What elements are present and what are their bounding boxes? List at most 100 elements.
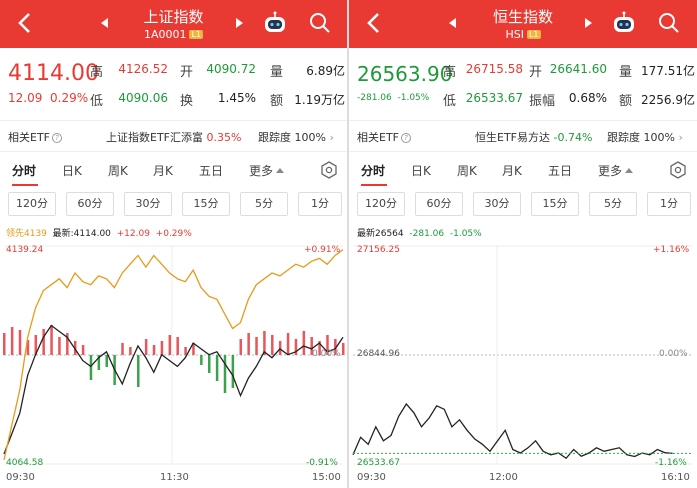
robot-assistant-icon[interactable] [611, 10, 637, 36]
volume-bar [286, 333, 290, 355]
tab-monthly-k[interactable]: 月K [153, 162, 173, 179]
axis-bottom-pct: -1.16% [655, 458, 687, 468]
period-120min[interactable]: 120分 [357, 192, 405, 216]
volume-bar [58, 337, 61, 355]
volume-value: 177.51亿 [641, 64, 695, 78]
series-line [3, 324, 344, 455]
volume-bar [160, 341, 164, 355]
axis-top-value: 27156.25 [357, 245, 400, 255]
search-icon[interactable] [657, 11, 681, 35]
intraday-chart[interactable] [0, 236, 347, 472]
volume-bar [342, 343, 345, 355]
next-index-icon[interactable] [236, 18, 243, 28]
tab-more[interactable]: 更多 [249, 162, 285, 179]
related-etf-label: 相关ETF? [357, 129, 411, 145]
period-15min[interactable]: 15分 [531, 192, 579, 216]
time-midday: 11:30 [160, 472, 189, 483]
axis-top-pct: +0.91% [304, 245, 341, 255]
volume-bar [137, 355, 140, 387]
tab-intraday[interactable]: 分时 [361, 162, 385, 179]
volume-bar [184, 347, 187, 355]
time-close: 15:00 [312, 472, 341, 483]
gear-icon[interactable] [669, 161, 687, 179]
axis-top-pct: +1.16% [653, 245, 690, 255]
next-index-icon[interactable] [585, 18, 592, 28]
active-tab-indicator [12, 184, 38, 186]
axis-bottom-value: 4064.58 [6, 458, 44, 468]
axis-mid-pct: 0.00% [312, 349, 341, 359]
volume-bar [89, 355, 93, 380]
open-value: 26641.60 [549, 62, 607, 76]
axis-mid-value: 26844.96 [357, 349, 400, 359]
open-label: 开 [180, 65, 194, 80]
period-60min[interactable]: 60分 [415, 192, 463, 216]
volume-bar [168, 335, 172, 355]
axis-mid-pct: 0.00% [659, 349, 688, 359]
period-120min[interactable]: 120分 [8, 192, 56, 216]
volume-bar [129, 347, 132, 355]
level-badge: L1 [189, 30, 204, 39]
volume-bar [231, 355, 235, 388]
related-etf-label: 相关ETF? [8, 129, 62, 145]
help-icon[interactable]: ? [401, 133, 411, 143]
period-60min[interactable]: 60分 [66, 192, 114, 216]
time-open: 09:30 [6, 472, 35, 483]
help-icon[interactable]: ? [52, 133, 62, 143]
tab-monthly-k[interactable]: 月K [502, 162, 522, 179]
right-panel: 恒生指数 HSI L1 26563.90 -281.06 -1.05% 高 267… [349, 0, 697, 488]
amplitude-label: 振幅 [529, 94, 556, 109]
volume-bar [255, 337, 258, 355]
period-30min[interactable]: 30分 [473, 192, 521, 216]
axis-bottom-pct: -0.91% [306, 458, 338, 468]
period-15min[interactable]: 15分 [182, 192, 230, 216]
tab-weekly-k[interactable]: 周K [457, 162, 477, 179]
price-change: 12.09 0.29% [8, 91, 89, 105]
volume-bar [207, 355, 211, 373]
quote-panel: 26563.90 -281.06 -1.05% 高 26715.58 开 266… [349, 48, 697, 120]
search-icon[interactable] [308, 11, 332, 35]
volume-bar [200, 355, 203, 365]
tracking-degree: 跟踪度 100% › [258, 131, 334, 144]
current-price: 4114.00 [8, 61, 99, 86]
period-buttons: 120分 60分 30分 15分 5分 1分 [349, 192, 697, 218]
amplitude-value: 0.68% [568, 91, 607, 105]
tab-daily-k[interactable]: 日K [411, 162, 431, 179]
tab-weekly-k[interactable]: 周K [108, 162, 128, 179]
intraday-chart[interactable] [349, 236, 697, 472]
caret-up-icon [276, 168, 285, 173]
related-etf-bar[interactable]: 相关ETF? 恒生ETF易方达 -0.74% 跟踪度 100% › [349, 120, 697, 152]
volume-bar [81, 345, 85, 355]
etf-name: 恒生ETF易方达 -0.74% [475, 131, 593, 144]
chart-tabs: 分时 日K 周K 月K 五日 更多 [349, 152, 697, 190]
tab-daily-k[interactable]: 日K [62, 162, 82, 179]
tab-five-day[interactable]: 五日 [548, 162, 572, 179]
volume-label: 量 [619, 65, 633, 80]
left-panel: 上证指数 1A0001 L1 4114.00 12.09 0.29% 高 4126… [0, 0, 347, 488]
header-bar: 恒生指数 HSI L1 [349, 0, 697, 48]
period-1min[interactable]: 1分 [647, 192, 691, 216]
volume-bar [50, 325, 53, 355]
tab-intraday[interactable]: 分时 [12, 162, 36, 179]
level-badge: L1 [526, 30, 541, 39]
related-etf-bar[interactable]: 相关ETF? 上证指数ETF汇添富 0.35% 跟踪度 100% › [0, 120, 347, 152]
volume-bar [42, 329, 45, 355]
open-label: 开 [529, 65, 543, 80]
period-30min[interactable]: 30分 [124, 192, 172, 216]
caret-up-icon [625, 168, 634, 173]
open-value: 4090.72 [206, 62, 256, 76]
tracking-degree: 跟踪度 100% › [607, 131, 683, 144]
period-5min[interactable]: 5分 [240, 192, 288, 216]
gear-icon[interactable] [320, 161, 338, 179]
period-5min[interactable]: 5分 [589, 192, 637, 216]
index-title: 上证指数 [143, 8, 204, 26]
volume-bar [247, 333, 250, 355]
low-value: 26533.67 [465, 91, 523, 105]
period-1min[interactable]: 1分 [298, 192, 342, 216]
volume-bar [105, 355, 108, 367]
tab-more[interactable]: 更多 [598, 162, 634, 179]
volume-bar [278, 341, 282, 355]
current-price: 26563.90 [357, 62, 453, 86]
tab-five-day[interactable]: 五日 [199, 162, 223, 179]
volume-bar [3, 333, 6, 355]
robot-assistant-icon[interactable] [262, 10, 288, 36]
